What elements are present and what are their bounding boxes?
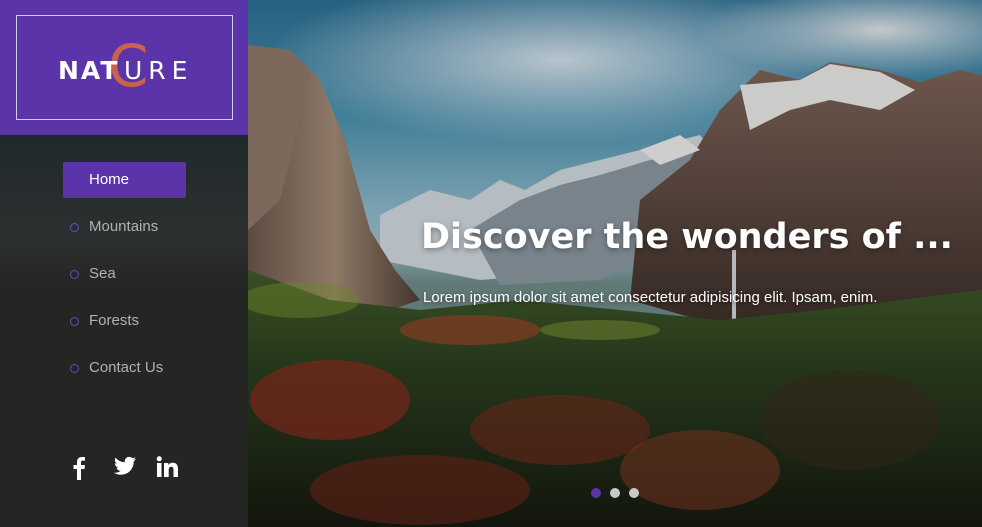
nav-item-forests[interactable]: Forests (63, 303, 186, 339)
nav-item-mountains[interactable]: Mountains (63, 209, 186, 245)
hero-subtext: Lorem ipsum dolor sit amet consectetur a… (423, 289, 878, 306)
linkedin-icon[interactable] (156, 456, 178, 480)
bullet-icon (70, 223, 79, 232)
nav-item-label: Mountains (89, 218, 159, 235)
nav-item-label: Contact Us (89, 359, 164, 376)
sidebar: C NAT URE Home Mountains Sea Forests Con… (0, 0, 248, 527)
nav-item-home[interactable]: Home (63, 162, 186, 198)
social-links (72, 456, 198, 480)
brand-logo[interactable]: C NAT URE (42, 37, 202, 95)
logo-text-ure: URE (124, 56, 194, 85)
logo-text-nat: NAT (58, 56, 120, 85)
bullet-icon (70, 270, 79, 279)
slider-dot-2[interactable] (610, 488, 620, 498)
nav-item-label: Forests (89, 312, 140, 329)
slider-dot-3[interactable] (629, 488, 639, 498)
hero-headline: Discover the wonders of ... (421, 217, 953, 257)
slider-dots (591, 488, 648, 498)
twitter-icon[interactable] (114, 456, 136, 480)
logo-panel[interactable]: C NAT URE (0, 0, 248, 135)
nav-item-contact-us[interactable]: Contact Us (63, 350, 186, 386)
facebook-icon[interactable] (72, 456, 94, 480)
bullet-icon (70, 317, 79, 326)
nav-item-sea[interactable]: Sea (63, 256, 186, 292)
slider-dot-1[interactable] (591, 488, 601, 498)
bullet-icon (70, 364, 79, 373)
nav-item-label: Home (89, 171, 130, 188)
main-nav: Home Mountains Sea Forests Contact Us (63, 162, 186, 397)
nav-item-label: Sea (89, 265, 116, 282)
